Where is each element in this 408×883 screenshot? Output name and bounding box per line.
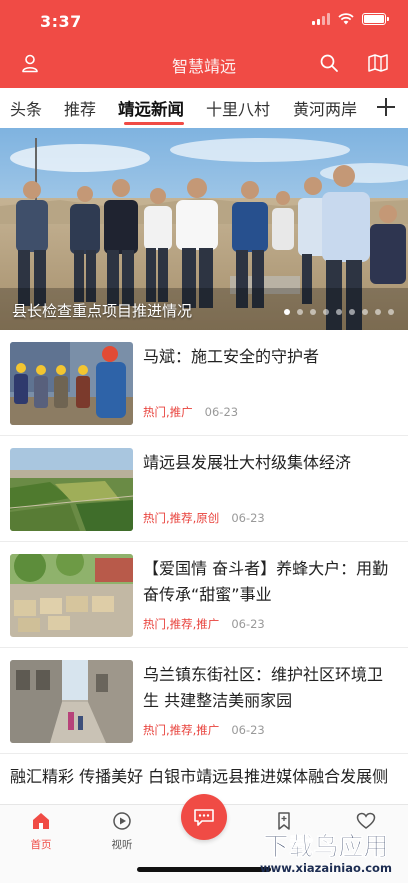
banner-dot[interactable]	[310, 309, 316, 315]
tab-recommended[interactable]: 推荐	[64, 96, 96, 120]
cellular-signal-icon	[312, 13, 330, 25]
banner-dot[interactable]	[297, 309, 303, 315]
banner-dot[interactable]	[336, 309, 342, 315]
search-icon	[320, 54, 338, 72]
play-icon	[113, 812, 131, 830]
news-tags: 热门,推荐,推广	[143, 617, 220, 631]
tab-villages[interactable]: 十里八村	[206, 96, 270, 120]
news-item[interactable]: 靖远县发展壮大村级集体经济 热门,推荐,原创 06-23	[0, 436, 408, 542]
tab-yellow-river[interactable]: 黄河两岸	[293, 96, 357, 120]
home-indicator	[137, 867, 271, 872]
news-meta: 热门,推广 06-23	[143, 404, 238, 420]
tabbar-item-home[interactable]: 首页	[11, 811, 71, 852]
street-photo	[10, 660, 133, 743]
news-date: 06-23	[231, 511, 265, 525]
tabbar-item-video[interactable]: 视听	[92, 811, 152, 852]
wifi-icon	[338, 13, 354, 25]
active-tab-indicator	[124, 122, 184, 125]
tabbar-item-bookmark[interactable]	[254, 811, 314, 835]
add-channel-button[interactable]	[374, 95, 398, 119]
search-button[interactable]	[316, 50, 342, 76]
banner-caption: 县长检查重点项目推进情况	[12, 302, 193, 320]
user-icon	[22, 54, 38, 73]
app-header: 3:37 智慧靖远	[0, 0, 408, 88]
news-item[interactable]: 马斌：施工安全的守护者 热门,推广 06-23	[0, 330, 408, 436]
tabbar-item-favorites[interactable]	[336, 811, 396, 835]
news-item[interactable]: 乌兰镇东街社区：维护社区环境卫生 共建整洁美丽家园 热门,推荐,推广 06-23	[0, 648, 408, 754]
news-meta: 热门,推荐,推广 06-23	[143, 616, 265, 632]
chat-icon	[194, 809, 214, 826]
map-icon	[368, 54, 388, 72]
battery-icon	[362, 13, 389, 25]
banner-dot[interactable]	[375, 309, 381, 315]
news-meta: 热门,推荐,原创 06-23	[143, 510, 265, 526]
app-title: 智慧靖远	[171, 57, 236, 76]
news-thumbnail	[10, 660, 133, 743]
home-icon	[33, 813, 49, 829]
news-title: 乌兰镇东街社区：维护社区环境卫生 共建整洁美丽家园	[143, 665, 384, 710]
news-item[interactable]: 【爱国情 奋斗者】养蜂大户：用勤奋传承“甜蜜”事业 热门,推荐,推广 06-23	[0, 542, 408, 648]
news-title: 靖远县发展壮大村级集体经济	[143, 453, 352, 472]
bookmark-icon	[278, 812, 290, 830]
news-date: 06-23	[204, 405, 239, 419]
banner-dot[interactable]	[323, 309, 329, 315]
beehives-photo	[10, 554, 133, 637]
news-title: 融汇精彩 传播美好 白银市靖远县推进媒体融合发展侧	[10, 767, 389, 786]
tab-headlines[interactable]: 头条	[10, 96, 42, 120]
plus-icon	[377, 98, 395, 116]
banner-dot[interactable]	[349, 309, 355, 315]
heart-icon	[356, 812, 376, 829]
news-tags: 热门,推荐,推广	[143, 723, 220, 737]
news-list: 马斌：施工安全的守护者 热门,推广 06-23 靖远县发展壮大村级集体经济 热门,…	[0, 330, 408, 754]
channel-tabs: 头条 推荐 靖远新闻 十里八村 黄河两岸	[0, 88, 408, 128]
map-button[interactable]	[365, 50, 391, 76]
banner-dot[interactable]	[362, 309, 368, 315]
status-icons	[312, 13, 389, 25]
tab-jingyuan-news[interactable]: 靖远新闻	[118, 96, 184, 120]
news-meta: 热门,推荐,推广 06-23	[143, 722, 265, 738]
tabbar-label: 视听	[111, 839, 133, 851]
banner-dot[interactable]	[388, 309, 394, 315]
user-button[interactable]	[17, 50, 43, 76]
news-date: 06-23	[231, 617, 265, 631]
news-tags: 热门,推荐,原创	[143, 511, 220, 525]
tabbar-label: 首页	[30, 839, 52, 851]
banner-pagination	[284, 309, 394, 315]
banner-carousel[interactable]: 县长检查重点项目推进情况	[0, 128, 408, 330]
news-title: 【爱国情 奋斗者】养蜂大户：用勤奋传承“甜蜜”事业	[143, 559, 389, 604]
news-thumbnail	[10, 342, 133, 425]
news-date: 06-23	[231, 723, 265, 737]
news-thumbnail	[10, 554, 133, 637]
farmland-photo	[10, 448, 133, 531]
news-thumbnail	[10, 448, 133, 531]
news-tags: 热门,推广	[143, 405, 193, 419]
message-center-button[interactable]	[181, 794, 227, 840]
banner-dot[interactable]	[284, 309, 290, 315]
workers-photo	[10, 342, 133, 425]
news-title: 马斌：施工安全的守护者	[143, 347, 320, 366]
status-time: 3:37	[40, 12, 82, 31]
